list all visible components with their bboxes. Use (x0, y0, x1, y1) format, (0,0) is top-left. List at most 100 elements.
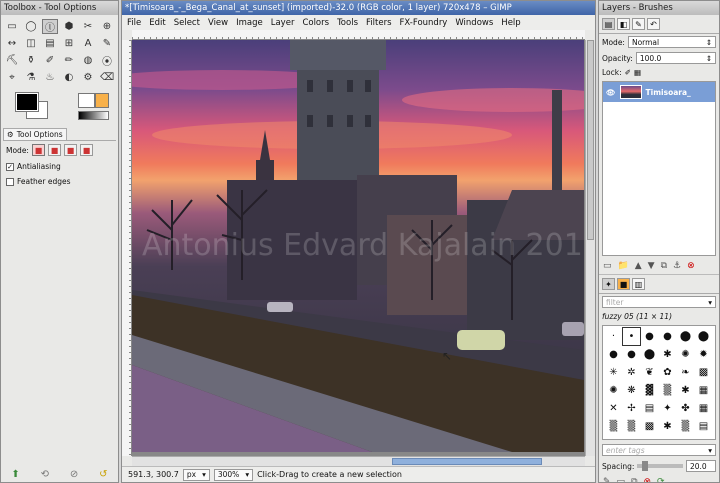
horizontal-scroll-thumb[interactable] (392, 458, 542, 465)
vertical-scroll-thumb[interactable] (587, 40, 594, 240)
replace-mode-icon[interactable]: ■ (31, 144, 45, 156)
menu-windows[interactable]: Windows (455, 18, 493, 28)
restore-options-icon[interactable]: ⟲ (41, 469, 49, 480)
antialiasing-checkbox[interactable]: ✓ (6, 162, 14, 171)
feather-checkbox[interactable] (6, 177, 14, 186)
rect-select-tool-icon[interactable]: ▭ (4, 19, 20, 34)
layers-tab-icon[interactable]: ▤ (602, 18, 615, 30)
brush-preview[interactable] (78, 93, 95, 108)
smudge-tool-icon[interactable]: ♨ (42, 70, 58, 85)
opacity-spinner[interactable]: 100.0 ⇕ (635, 52, 716, 64)
brush-item[interactable]: ❧ (677, 364, 694, 381)
edit-brush-icon[interactable]: ✎ (603, 477, 611, 482)
spacing-slider[interactable] (637, 461, 683, 471)
brush-item[interactable]: ● (623, 346, 640, 363)
brush-item[interactable]: ❋ (623, 382, 640, 399)
brush-item[interactable]: ✳ (605, 364, 622, 381)
anchor-layer-icon[interactable]: ⚓ (673, 261, 681, 271)
canvas-image[interactable]: Antonius Edvard Kajalain 2011 ↖ (132, 40, 584, 452)
new-group-icon[interactable]: 📁 (618, 261, 629, 271)
menu-help[interactable]: Help (501, 18, 520, 28)
brush-item[interactable]: ✕ (605, 400, 622, 417)
unit-dropdown[interactable]: px ▾ (182, 468, 210, 481)
brush-item[interactable]: ▦ (695, 400, 712, 417)
raise-layer-icon[interactable]: ▲ (635, 261, 642, 271)
lower-layer-icon[interactable]: ▼ (648, 261, 655, 271)
brush-tool-icon[interactable]: ✐ (42, 53, 58, 68)
brush-item[interactable]: ✱ (659, 418, 676, 435)
brush-item[interactable]: ✲ (623, 364, 640, 381)
scissors-tool-icon[interactable]: ✂ (80, 19, 96, 34)
brush-item[interactable]: ✱ (677, 382, 694, 399)
align-tool-icon[interactable]: ◫ (23, 36, 39, 51)
menu-colors[interactable]: Colors (302, 18, 329, 28)
airbrush-tool-icon[interactable]: ✏ (61, 53, 77, 68)
menu-select[interactable]: Select (174, 18, 200, 28)
canvas-area[interactable]: Antonius Edvard Kajalain 2011 ↖ (132, 40, 585, 456)
zoom-tool-icon[interactable]: ⊕ (99, 19, 115, 34)
menu-view[interactable]: View (208, 18, 228, 28)
undo-tab-icon[interactable]: ↶ (647, 18, 660, 30)
duplicate-layer-icon[interactable]: ⧉ (661, 261, 667, 271)
blur-tool-icon[interactable]: ⚗ (23, 70, 39, 85)
brush-item[interactable]: ✿ (659, 364, 676, 381)
menu-image[interactable]: Image (236, 18, 263, 28)
brush-item[interactable]: ✢ (623, 400, 640, 417)
duplicate-brush-icon[interactable]: ⧉ (631, 477, 637, 482)
brush-item[interactable]: ▩ (695, 364, 712, 381)
toolbox-titlebar[interactable]: Toolbox - Tool Options (1, 1, 118, 15)
brush-item[interactable]: • (622, 327, 641, 346)
fuzzy-select-tool-icon[interactable]: ⬢ (61, 19, 77, 34)
menu-file[interactable]: File (127, 18, 141, 28)
image-titlebar[interactable]: *[Timisoara_-_Bega_Canal_at_sunset] (imp… (122, 1, 595, 15)
brush-item[interactable]: · (605, 328, 622, 345)
brush-item[interactable]: ✺ (677, 346, 694, 363)
subtract-mode-icon[interactable]: ■ (63, 144, 77, 156)
gradients-tab-icon[interactable]: ▥ (632, 278, 645, 290)
reset-options-icon[interactable]: ↺ (99, 469, 107, 480)
move-tool-icon[interactable]: ↔ (4, 36, 20, 51)
menu-tools[interactable]: Tools (337, 18, 358, 28)
layer-mode-select[interactable]: Normal ⇕ (627, 36, 716, 48)
brush-item[interactable]: ▤ (695, 418, 712, 435)
dodge-tool-icon[interactable]: ◐ (61, 70, 77, 85)
paths-tool-icon[interactable]: ⚙ (80, 70, 96, 85)
horizontal-ruler[interactable] (132, 30, 585, 40)
brush-item[interactable]: ⬤ (695, 328, 712, 345)
spacing-spinner[interactable]: 20.0 (686, 460, 716, 472)
pencil-tool-icon[interactable]: ✎ (99, 36, 115, 51)
text-tool-icon[interactable]: A (80, 36, 96, 51)
transform-tool-icon[interactable]: ⊞ (61, 36, 77, 51)
measure-tool-icon[interactable]: ⌖ (4, 70, 20, 85)
spacing-slider-handle[interactable] (641, 461, 648, 471)
patterns-tab-icon[interactable]: ■ (617, 278, 630, 290)
bucket-fill-tool-icon[interactable]: ⚱ (23, 53, 39, 68)
vertical-ruler[interactable] (122, 40, 132, 456)
layer-item[interactable]: 👁 Timisoara_ (603, 82, 715, 102)
menu-fx-foundry[interactable]: FX-Foundry (400, 18, 448, 28)
color-picker-tool-icon[interactable]: ⛏ (4, 53, 20, 68)
delete-layer-icon[interactable]: ⊗ (687, 261, 695, 271)
brush-item[interactable]: ▒ (659, 382, 676, 399)
brush-item[interactable]: ⬤ (677, 328, 694, 345)
clone-tool-icon[interactable]: ⦿ (99, 53, 115, 68)
crop-tool-icon[interactable]: ▤ (42, 36, 58, 51)
paths-tab-icon[interactable]: ✎ (632, 18, 645, 30)
free-select-tool-icon[interactable]: ⓛ (42, 19, 58, 34)
refresh-brushes-icon[interactable]: ⟳ (657, 477, 665, 482)
layer-list[interactable]: 👁 Timisoara_ (602, 81, 716, 256)
brush-item[interactable]: ▦ (695, 382, 712, 399)
brush-item[interactable]: ✹ (695, 346, 712, 363)
menu-layer[interactable]: Layer (271, 18, 295, 28)
foreground-color-swatch[interactable] (15, 92, 39, 112)
add-mode-icon[interactable]: ■ (47, 144, 61, 156)
new-layer-icon[interactable]: ▭ (603, 261, 612, 271)
tags-input[interactable]: enter tags ▾ (602, 444, 716, 456)
brush-grid[interactable]: · • ● ● ⬤ ⬤ ● ● ⬤ ✱ ✺ ✹ ✳ ✲ ❦ ✿ ❧ ▩ ✺ ❋ ▓ ▒ ✱ ▦ ✕ ✢ ▤ ✦ ✤ ▦ ▒ ▒ ▩ ✱ ▒… (602, 325, 716, 440)
brush-item[interactable]: ▤ (641, 400, 658, 417)
new-brush-icon[interactable]: ▭ (617, 477, 626, 482)
gradient-preview[interactable] (78, 111, 109, 120)
delete-brush-icon[interactable]: ⊗ (644, 477, 652, 482)
vertical-scrollbar[interactable] (585, 40, 595, 456)
ellipse-select-tool-icon[interactable]: ◯ (23, 19, 39, 34)
